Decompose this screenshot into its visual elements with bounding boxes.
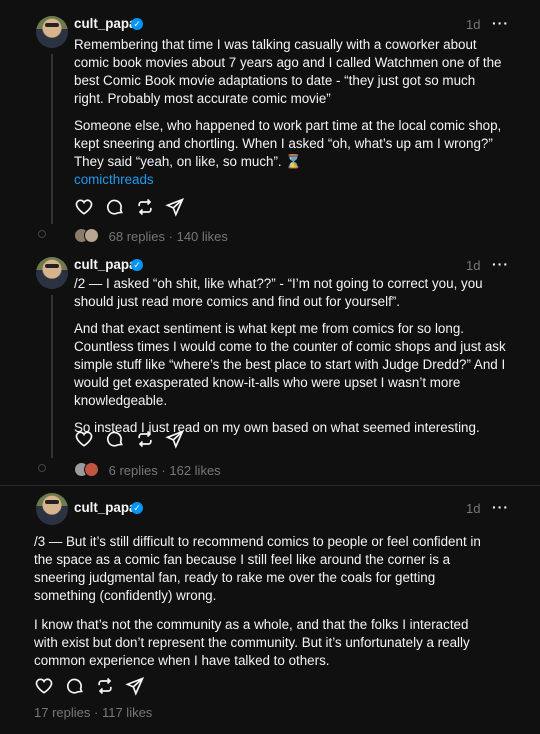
post-paragraph: And that exact sentiment is what kept me… <box>74 321 506 408</box>
like-button[interactable] <box>34 676 54 696</box>
reply-button[interactable] <box>65 676 85 696</box>
post-actions <box>74 429 194 451</box>
thread-line <box>51 54 53 224</box>
reply-button[interactable] <box>105 429 125 449</box>
share-icon <box>165 429 185 449</box>
comment-icon <box>106 431 123 447</box>
post-time[interactable]: 1d <box>466 258 480 273</box>
share-icon <box>165 197 185 217</box>
post-stats: 6 replies · 162 likes <box>74 462 221 478</box>
username[interactable]: cult_papa <box>74 16 137 31</box>
replier-avatar <box>84 228 99 243</box>
verified-badge-icon: ✓ <box>131 502 143 514</box>
thread-post-2: cult_papa ✓ 1d ··· /2 — I asked “oh shit… <box>0 250 540 485</box>
post-actions <box>74 197 194 219</box>
share-button[interactable] <box>165 429 185 449</box>
share-button[interactable] <box>165 197 185 217</box>
verified-badge-icon: ✓ <box>131 259 143 271</box>
meta-separator: · <box>161 463 166 478</box>
username[interactable]: cult_papa <box>74 500 137 515</box>
meta-separator: · <box>94 705 99 720</box>
post-paragraph: Remembering that time I was talking casu… <box>74 37 502 106</box>
more-icon[interactable]: ··· <box>492 256 509 272</box>
post-stats: 68 replies · 140 likes <box>74 228 228 244</box>
repost-button[interactable] <box>135 429 155 449</box>
like-count[interactable]: 162 likes <box>169 463 220 478</box>
share-button[interactable] <box>125 676 145 696</box>
username[interactable]: cult_papa <box>74 257 137 272</box>
replier-avatar <box>84 462 99 477</box>
like-button[interactable] <box>74 429 94 449</box>
repost-icon <box>98 677 112 695</box>
heart-icon <box>75 431 93 447</box>
post-time[interactable]: 1d <box>466 501 480 516</box>
reply-count[interactable]: 17 replies <box>34 705 90 720</box>
topic-tag-link[interactable]: comicthreads <box>74 171 506 189</box>
like-count[interactable]: 140 likes <box>177 229 228 244</box>
like-count[interactable]: 117 likes <box>102 705 152 720</box>
heart-icon <box>35 678 53 694</box>
post-body: /3 — But it’s still difficult to recomme… <box>34 533 494 679</box>
more-icon[interactable]: ··· <box>492 499 509 515</box>
repost-button[interactable] <box>95 676 115 696</box>
reply-button[interactable] <box>105 197 125 217</box>
comment-icon <box>66 678 83 694</box>
verified-badge-icon: ✓ <box>131 18 143 30</box>
thread-line <box>51 295 53 458</box>
avatar[interactable] <box>36 493 68 525</box>
post-paragraph: Someone else, who happened to work part … <box>74 118 502 169</box>
thread-post-3: cult_papa ✓ 1d ··· /3 — But it’s still d… <box>0 486 540 734</box>
post-stats: 17 replies · 117 likes <box>34 705 152 720</box>
post-paragraph: /3 — But it’s still difficult to recomme… <box>34 534 481 603</box>
post-body: /2 — I asked “oh shit, like what??” - “I… <box>74 275 506 446</box>
more-icon[interactable]: ··· <box>492 15 509 31</box>
thread-dot <box>38 230 46 238</box>
post-body: Remembering that time I was talking casu… <box>74 36 506 189</box>
thread-dot <box>38 464 46 472</box>
thread-post-1: cult_papa ✓ 1d ··· Remembering that time… <box>0 0 540 250</box>
post-paragraph: /2 — I asked “oh shit, like what??” - “I… <box>74 276 483 309</box>
repost-icon <box>138 430 152 448</box>
comment-icon <box>106 199 123 215</box>
share-icon <box>125 676 145 696</box>
repost-icon <box>138 198 152 216</box>
meta-separator: · <box>168 229 173 244</box>
reply-count[interactable]: 68 replies <box>109 229 165 244</box>
repost-button[interactable] <box>135 197 155 217</box>
avatar[interactable] <box>36 257 68 289</box>
post-time[interactable]: 1d <box>466 17 480 32</box>
reply-count[interactable]: 6 replies <box>109 463 158 478</box>
post-actions <box>34 676 154 698</box>
avatar[interactable] <box>36 16 68 48</box>
like-button[interactable] <box>74 197 94 217</box>
heart-icon <box>75 199 93 215</box>
post-paragraph: I know that’s not the community as a who… <box>34 617 470 668</box>
